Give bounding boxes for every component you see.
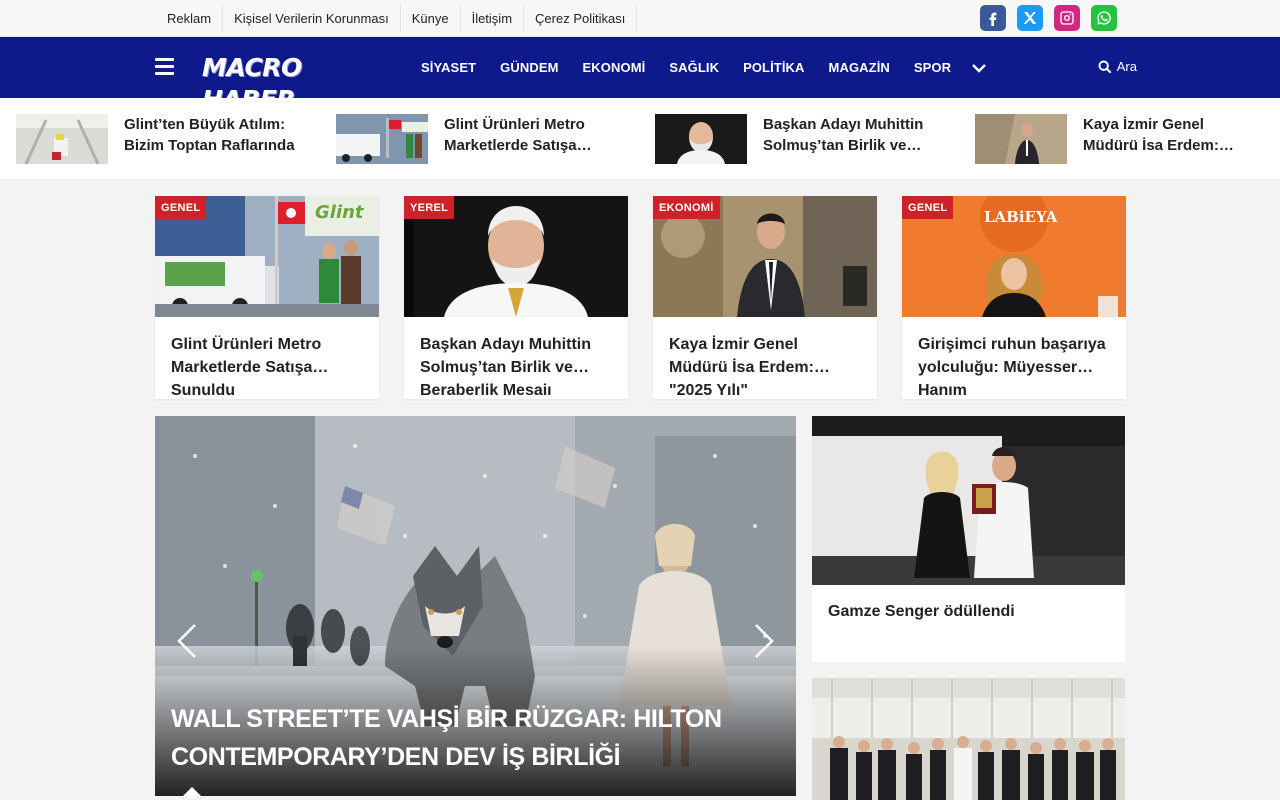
category-badge[interactable]: GENEL xyxy=(155,196,207,219)
ticker-title: Başkan Adayı Muhittin Solmuş’tan Birlik … xyxy=(763,116,924,154)
ticker-thumbnail xyxy=(655,114,747,164)
menu-item-spor[interactable]: SPOR xyxy=(902,60,963,75)
menu-item-siyaset[interactable]: SİYASET xyxy=(409,60,488,75)
menu-item-gundem[interactable]: GÜNDEM xyxy=(488,60,570,75)
side-news-card[interactable] xyxy=(812,678,1125,800)
side-news-card[interactable]: Gamze Senger ödüllendi xyxy=(812,416,1125,662)
ticker-thumbnail xyxy=(975,114,1067,164)
side-news-image xyxy=(812,416,1125,585)
ticker-title: Glint’ten Büyük Atılım: Bizim Toptan Raf… xyxy=(124,116,295,154)
svg-text:LABiEYA: LABiEYA xyxy=(984,208,1058,226)
top-link-kvkk[interactable]: Kişisel Verilerin Korunması xyxy=(223,4,401,32)
category-badge[interactable]: YEREL xyxy=(404,196,455,219)
headline-slider[interactable]: WALL STREET’TE VAHŞİ BİR RÜZGAR: HILTON … xyxy=(155,416,796,796)
news-card-title: Glint Ürünleri Metro Marketlerde Satışa … xyxy=(171,336,322,395)
news-card-image: Glint GENEL xyxy=(155,196,379,317)
facebook-icon[interactable] xyxy=(980,5,1006,31)
menu-item-ekonomi[interactable]: EKONOMİ xyxy=(571,60,658,75)
hamburger-menu-icon[interactable] xyxy=(155,58,174,75)
slider-prev-arrow-icon[interactable] xyxy=(171,621,201,661)
ticker-item[interactable]: Glint Ürünleri Metro Marketlerde Satışa … xyxy=(336,114,636,164)
news-card[interactable]: EKONOMİ Kaya İzmir Genel Müdürü İsa Erde… xyxy=(653,196,877,399)
category-badge[interactable]: EKONOMİ xyxy=(653,196,720,219)
ticker-thumbnail xyxy=(336,114,428,164)
slider-next-arrow-icon[interactable] xyxy=(750,621,780,661)
ticker-title: Glint Ürünleri Metro Marketlerde Satışa … xyxy=(444,116,585,154)
headline-ticker: Glint’ten Büyük Atılım: Bizim Toptan Raf… xyxy=(0,98,1280,180)
ticker-item[interactable]: Kaya İzmir Genel Müdürü İsa Erdem: "2025… xyxy=(975,114,1275,164)
news-card-image: YEREL xyxy=(404,196,628,317)
search-label: Ara xyxy=(1116,59,1137,74)
news-card[interactable]: YEREL Başkan Adayı Muhittin Solmuş’tan B… xyxy=(404,196,628,399)
top-link-kunye[interactable]: Künye xyxy=(401,4,461,32)
x-twitter-icon[interactable] xyxy=(1017,5,1043,31)
instagram-icon[interactable] xyxy=(1054,5,1080,31)
ticker-title: Kaya İzmir Genel Müdürü İsa Erdem: "2025… xyxy=(1083,116,1219,154)
top-link-reklam[interactable]: Reklam xyxy=(155,4,224,32)
menu-item-magazin[interactable]: MAGAZİN xyxy=(817,60,902,75)
ticker-item[interactable]: Başkan Adayı Muhittin Solmuş’tan Birlik … xyxy=(655,114,955,164)
svg-text:Glint: Glint xyxy=(315,202,365,223)
news-card[interactable]: LABiEYA GENEL Girişimci ruhun başarıya y… xyxy=(902,196,1126,399)
slider-indicator xyxy=(183,787,201,796)
main-navbar: MACRO HABER SİYASET GÜNDEM EKONOMİ SAĞLI… xyxy=(0,37,1280,114)
menu-item-politika[interactable]: POLİTİKA xyxy=(731,60,816,75)
search-button[interactable]: Ara xyxy=(1098,59,1137,74)
news-card-title: Kaya İzmir Genel Müdürü İsa Erdem: "2025… xyxy=(669,336,814,395)
news-card-image: LABiEYA GENEL xyxy=(902,196,1126,317)
category-badge[interactable]: GENEL xyxy=(902,196,954,219)
news-card[interactable]: Glint GENEL Glint Ürünleri Metro Marketl… xyxy=(155,196,379,399)
featured-cards: Glint GENEL Glint Ürünleri Metro Marketl… xyxy=(155,196,1126,399)
top-bar: Reklam Kişisel Verilerin Korunması Künye… xyxy=(0,0,1280,37)
top-links: Reklam Kişisel Verilerin Korunması Künye… xyxy=(155,0,638,36)
ticker-thumbnail xyxy=(16,114,108,165)
ticker-item[interactable]: Glint’ten Büyük Atılım: Bizim Toptan Raf… xyxy=(16,114,316,165)
top-link-iletisim[interactable]: İletişim xyxy=(461,4,525,32)
whatsapp-icon[interactable] xyxy=(1091,5,1117,31)
news-card-title: Başkan Adayı Muhittin Solmuş’tan Birlik … xyxy=(420,336,591,395)
slider-headline[interactable]: WALL STREET’TE VAHŞİ BİR RÜZGAR: HILTON … xyxy=(171,700,771,776)
chevron-down-icon[interactable] xyxy=(971,60,987,76)
news-card-title: Girişimci ruhun başarıya yolculuğu: Müye… xyxy=(918,336,1106,395)
side-news-image xyxy=(812,678,1125,800)
main-menu: SİYASET GÜNDEM EKONOMİ SAĞLIK POLİTİKA M… xyxy=(409,37,987,98)
site-logo[interactable]: MACRO HABER xyxy=(202,52,384,114)
news-card-image: EKONOMİ xyxy=(653,196,877,317)
search-icon xyxy=(1098,60,1112,73)
social-icons xyxy=(980,5,1117,31)
side-news-title: Gamze Senger ödüllendi xyxy=(828,603,1015,620)
menu-item-saglik[interactable]: SAĞLIK xyxy=(657,60,731,75)
top-link-cerez[interactable]: Çerez Politikası xyxy=(524,4,638,32)
